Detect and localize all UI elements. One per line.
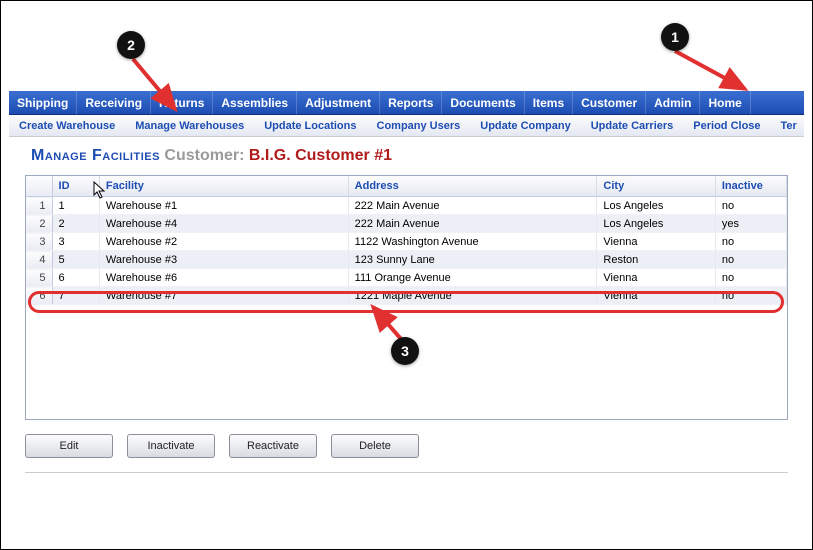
page-title: Manage Facilities Customer: B.I.G. Custo… xyxy=(31,147,804,165)
nav-home[interactable]: Home xyxy=(700,91,750,115)
cell-facility: Warehouse #6 xyxy=(99,269,348,287)
callout-1: 1 xyxy=(661,23,689,51)
table-row[interactable]: 11Warehouse #1222 Main AvenueLos Angeles… xyxy=(26,197,787,215)
cell-rownum: 6 xyxy=(26,287,52,305)
table-row[interactable]: 33Warehouse #21122 Washington AvenueVien… xyxy=(26,233,787,251)
subnav-company-users[interactable]: Company Users xyxy=(367,115,471,137)
facilities-table-container: ID Facility Address City Inactive 11Ware… xyxy=(25,175,788,420)
inactivate-button[interactable]: Inactivate xyxy=(127,434,215,458)
title-section: Manage Facilities xyxy=(31,147,160,164)
cell-id: 2 xyxy=(52,215,99,233)
cell-inactive: no xyxy=(715,197,786,215)
col-rownum[interactable] xyxy=(26,176,52,197)
cell-address: 111 Orange Avenue xyxy=(348,269,597,287)
cell-inactive: no xyxy=(715,269,786,287)
cell-address: 1221 Maple Avenue xyxy=(348,287,597,305)
table-row[interactable]: 22Warehouse #4222 Main AvenueLos Angeles… xyxy=(26,215,787,233)
subnav-update-locations[interactable]: Update Locations xyxy=(254,115,366,137)
cell-address: 222 Main Avenue xyxy=(348,215,597,233)
title-customer: B.I.G. Customer #1 xyxy=(249,147,392,164)
cell-city: Los Angeles xyxy=(597,197,715,215)
subnav-update-carriers[interactable]: Update Carriers xyxy=(581,115,684,137)
callout-2: 2 xyxy=(117,31,145,59)
cell-inactive: no xyxy=(715,287,786,305)
cell-inactive: no xyxy=(715,233,786,251)
divider xyxy=(25,472,788,473)
cell-rownum: 1 xyxy=(26,197,52,215)
cell-id: 5 xyxy=(52,251,99,269)
col-facility[interactable]: Facility xyxy=(99,176,348,197)
cell-rownum: 5 xyxy=(26,269,52,287)
cell-facility: Warehouse #1 xyxy=(99,197,348,215)
callout-3: 3 xyxy=(391,337,419,365)
action-buttons: Edit Inactivate Reactivate Delete xyxy=(25,434,788,458)
cell-facility: Warehouse #4 xyxy=(99,215,348,233)
cell-address: 123 Sunny Lane xyxy=(348,251,597,269)
cell-city: Vienna xyxy=(597,269,715,287)
cell-id: 7 xyxy=(52,287,99,305)
subnav-create-warehouse[interactable]: Create Warehouse xyxy=(9,115,125,137)
subnav-period-close[interactable]: Period Close xyxy=(683,115,770,137)
nav-shipping[interactable]: Shipping xyxy=(9,91,77,115)
col-inactive[interactable]: Inactive xyxy=(715,176,786,197)
facilities-table: ID Facility Address City Inactive 11Ware… xyxy=(26,176,787,305)
cell-id: 3 xyxy=(52,233,99,251)
cell-id: 6 xyxy=(52,269,99,287)
sub-nav: Create Warehouse Manage Warehouses Updat… xyxy=(9,115,804,137)
table-row[interactable]: 56Warehouse #6111 Orange AvenueViennano xyxy=(26,269,787,287)
cell-rownum: 4 xyxy=(26,251,52,269)
col-address[interactable]: Address xyxy=(348,176,597,197)
nav-items[interactable]: Items xyxy=(525,91,573,115)
subnav-truncated[interactable]: Ter xyxy=(771,115,804,137)
cell-inactive: yes xyxy=(715,215,786,233)
cell-city: Reston xyxy=(597,251,715,269)
nav-customer[interactable]: Customer xyxy=(573,91,646,115)
nav-receiving[interactable]: Receiving xyxy=(77,91,151,115)
edit-button[interactable]: Edit xyxy=(25,434,113,458)
reactivate-button[interactable]: Reactivate xyxy=(229,434,317,458)
main-nav: Shipping Receiving Returns Assemblies Ad… xyxy=(9,91,804,115)
subnav-manage-warehouses[interactable]: Manage Warehouses xyxy=(125,115,254,137)
table-row[interactable]: 45Warehouse #3123 Sunny LaneRestonno xyxy=(26,251,787,269)
nav-admin[interactable]: Admin xyxy=(646,91,700,115)
cell-address: 1122 Washington Avenue xyxy=(348,233,597,251)
col-id[interactable]: ID xyxy=(52,176,99,197)
col-city[interactable]: City xyxy=(597,176,715,197)
cell-city: Vienna xyxy=(597,287,715,305)
table-row[interactable]: 67Warehouse #71221 Maple AvenueViennano xyxy=(26,287,787,305)
nav-returns[interactable]: Returns xyxy=(151,91,213,115)
cell-facility: Warehouse #2 xyxy=(99,233,348,251)
cell-city: Vienna xyxy=(597,233,715,251)
nav-reports[interactable]: Reports xyxy=(380,91,442,115)
cell-rownum: 3 xyxy=(26,233,52,251)
subnav-update-company[interactable]: Update Company xyxy=(470,115,580,137)
cell-id: 1 xyxy=(52,197,99,215)
nav-documents[interactable]: Documents xyxy=(442,91,524,115)
cell-address: 222 Main Avenue xyxy=(348,197,597,215)
cell-facility: Warehouse #3 xyxy=(99,251,348,269)
cell-rownum: 2 xyxy=(26,215,52,233)
nav-adjustment[interactable]: Adjustment xyxy=(297,91,380,115)
cell-inactive: no xyxy=(715,251,786,269)
cell-facility: Warehouse #7 xyxy=(99,287,348,305)
delete-button[interactable]: Delete xyxy=(331,434,419,458)
cell-city: Los Angeles xyxy=(597,215,715,233)
nav-assemblies[interactable]: Assemblies xyxy=(213,91,297,115)
title-label: Customer: xyxy=(164,147,244,164)
